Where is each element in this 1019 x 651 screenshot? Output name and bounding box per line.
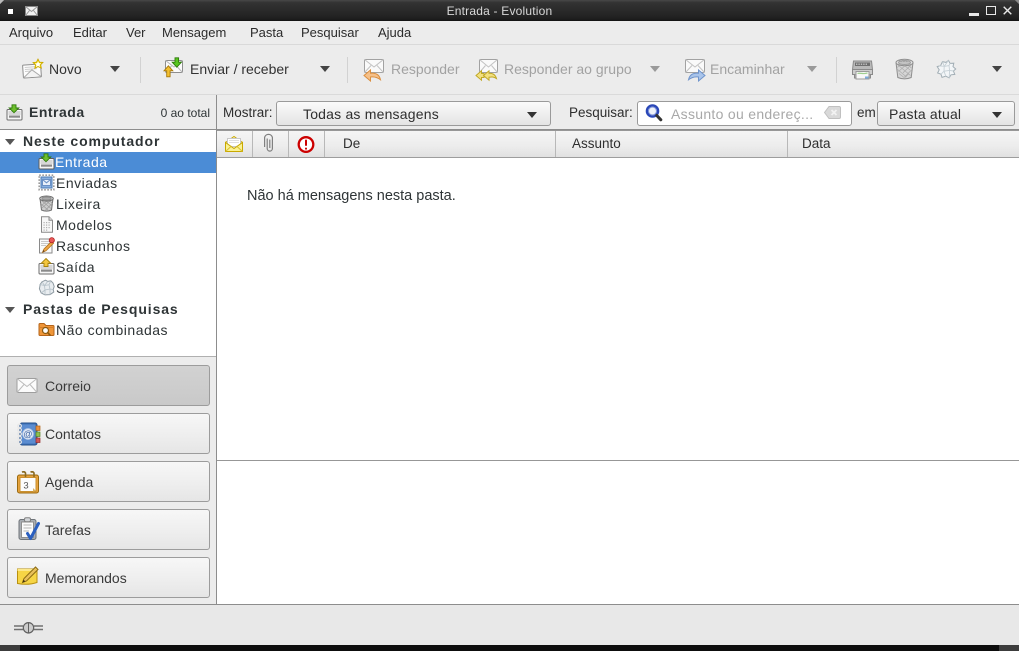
svg-text:@: @ xyxy=(23,429,32,439)
svg-text:3: 3 xyxy=(23,481,28,492)
